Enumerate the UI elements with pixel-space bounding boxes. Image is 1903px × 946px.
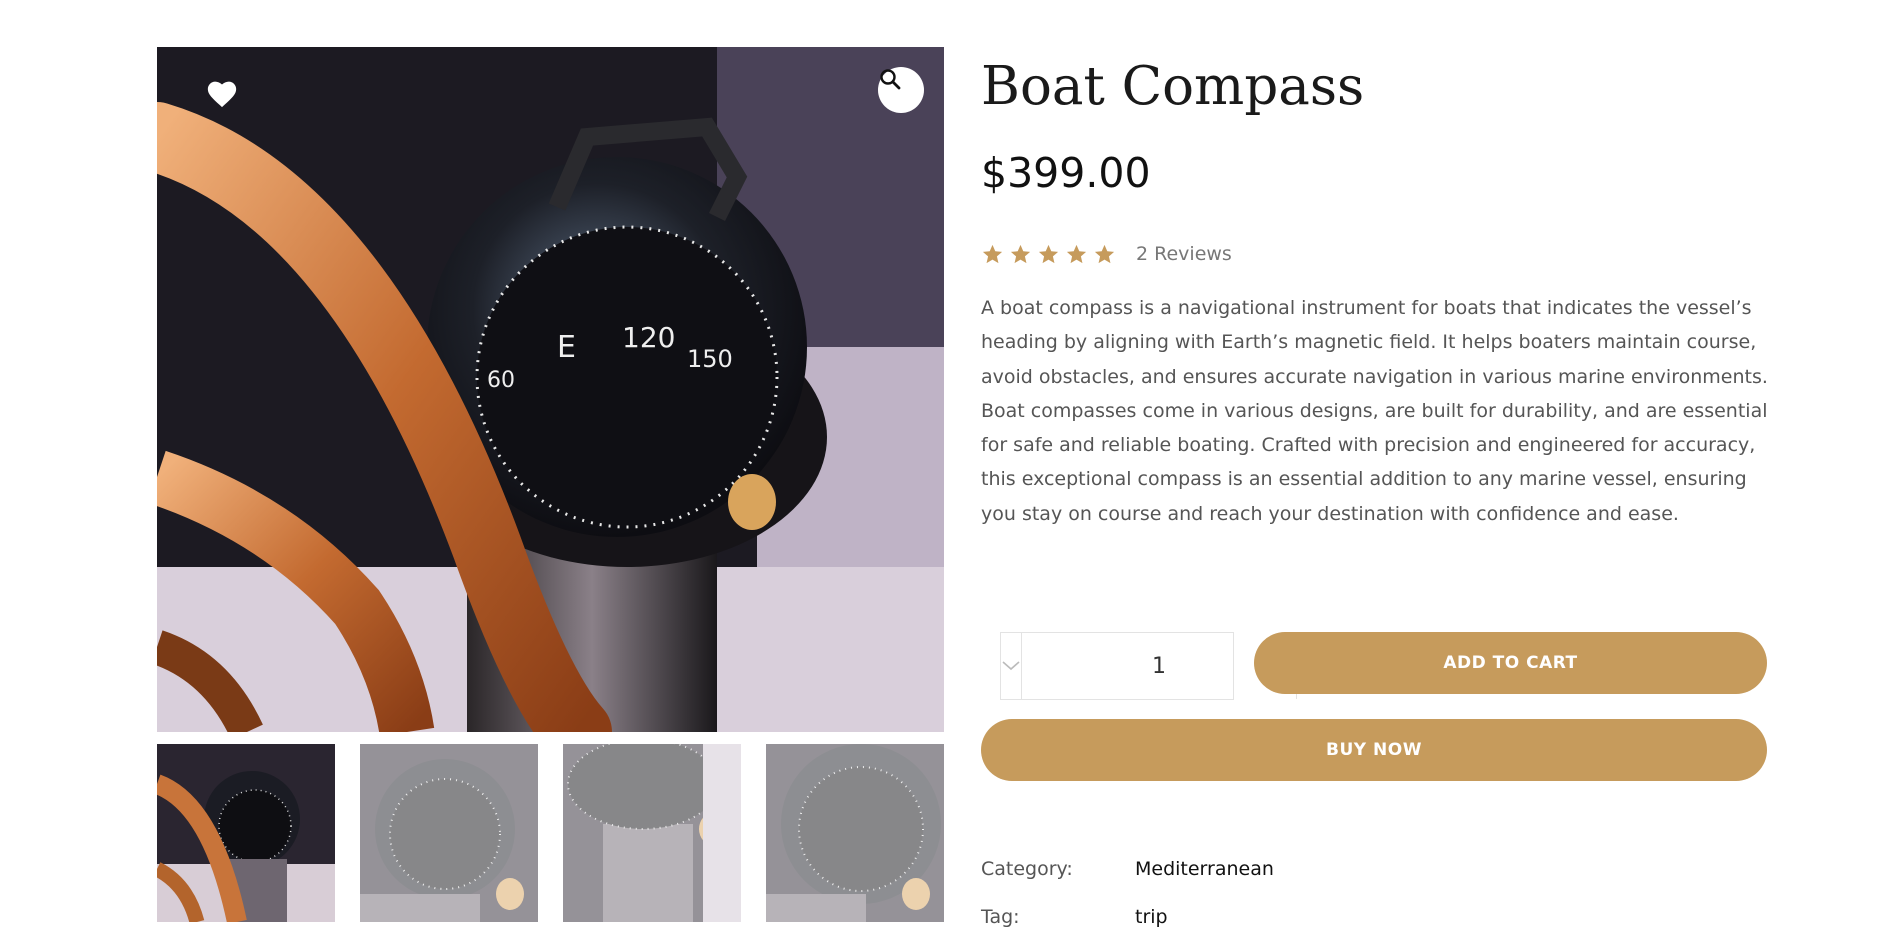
tag-label: Tag: [981, 906, 1020, 928]
thumbnail-image [563, 744, 741, 922]
quantity-decrease-button[interactable] [1001, 633, 1022, 699]
star-icon [1038, 244, 1059, 263]
product-rating: 2 Reviews [981, 241, 1767, 267]
zoom-button[interactable] [878, 67, 924, 113]
product-price: $399.00 [981, 149, 1151, 197]
svg-text:120: 120 [622, 321, 675, 354]
product-meta: Category: Mediterranean Tag: trip [981, 845, 1767, 941]
svg-text:150: 150 [687, 345, 733, 373]
product-description: A boat compass is a navigational instrum… [981, 297, 1768, 525]
reviews-link[interactable]: 2 Reviews [1136, 243, 1232, 265]
star-icon [982, 244, 1003, 263]
search-icon [880, 69, 901, 90]
star-icon [1094, 244, 1115, 263]
add-to-cart-button[interactable]: ADD TO CART [1254, 632, 1767, 694]
thumbnail-image [157, 744, 335, 922]
thumbnail-4[interactable] [766, 744, 944, 922]
star-icon [1066, 244, 1087, 263]
thumbnail-1[interactable] [157, 744, 335, 922]
buy-now-button[interactable]: BUY NOW [981, 719, 1767, 781]
tag-row: Tag: trip [981, 893, 1767, 941]
star-icon [1010, 244, 1031, 263]
heart-icon [207, 81, 237, 108]
thumbnail-3[interactable] [563, 744, 741, 922]
thumbnail-2[interactable] [360, 744, 538, 922]
svg-text:E: E [557, 330, 576, 365]
product-title: Boat Compass [981, 56, 1365, 117]
compass-photo: E 120 150 60 [157, 47, 944, 732]
quantity-stepper [1000, 632, 1316, 700]
product-gallery: E 120 150 60 [157, 47, 944, 922]
category-row: Category: Mediterranean [981, 845, 1767, 893]
svg-text:60: 60 [487, 368, 515, 393]
category-label: Category: [981, 858, 1073, 880]
wishlist-button[interactable] [205, 77, 245, 117]
category-link[interactable]: Mediterranean [1135, 858, 1274, 880]
thumbnail-strip [157, 744, 944, 922]
main-product-image[interactable]: E 120 150 60 [157, 47, 944, 732]
chevron-down-icon [1002, 661, 1020, 671]
thumbnail-image [360, 744, 538, 922]
star-rating [981, 243, 1116, 266]
tag-link[interactable]: trip [1135, 906, 1168, 928]
add-to-cart-row: ADD TO CART [981, 632, 1767, 700]
product-summary: Boat Compass $399.00 2 Reviews A boat co… [981, 47, 1768, 928]
thumbnail-image [766, 744, 944, 922]
